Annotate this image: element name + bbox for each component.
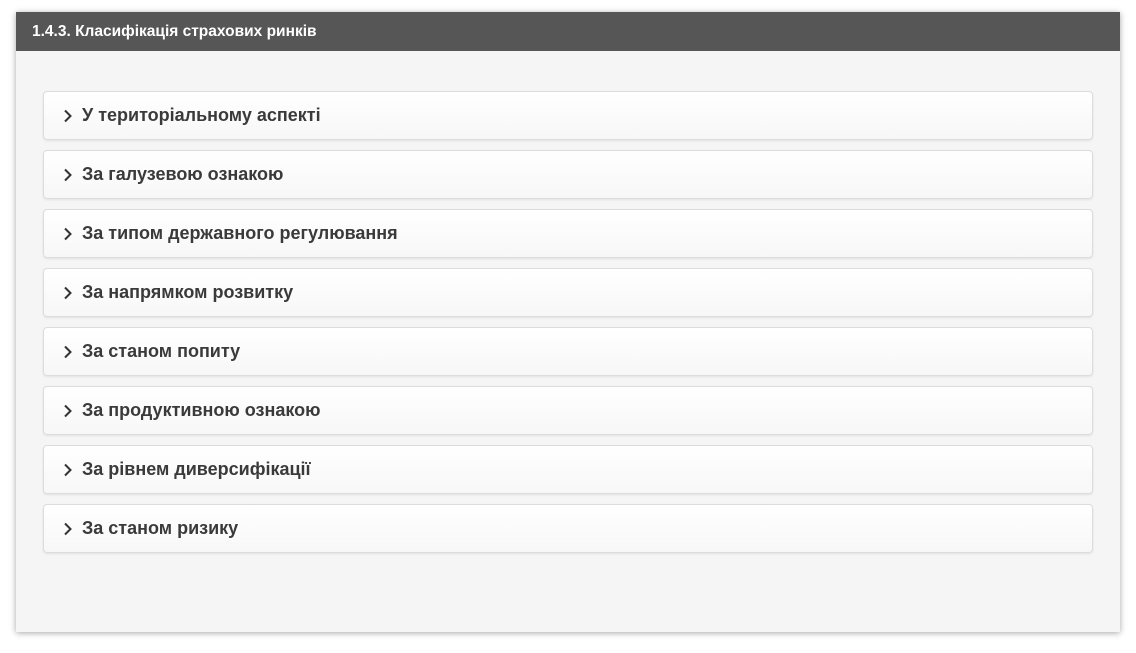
accordion-item-development[interactable]: За напрямком розвитку	[43, 268, 1093, 317]
accordion-item-label: За продуктивною ознакою	[82, 400, 321, 420]
accordion-item-label: За станом ризику	[82, 518, 239, 538]
chevron-right-icon	[58, 286, 78, 300]
accordion-item-territorial[interactable]: У територіальному аспекті	[43, 91, 1093, 140]
accordion-item-label: За галузевою ознакою	[82, 164, 284, 184]
accordion: У територіальному аспекті За галузевою о…	[43, 91, 1093, 563]
accordion-item-regulation[interactable]: За типом державного регулювання	[43, 209, 1093, 258]
section-title: 1.4.3. Класифікація страхових ринків	[32, 22, 317, 40]
accordion-item-product[interactable]: За продуктивною ознакою	[43, 386, 1093, 435]
chevron-right-icon	[58, 404, 78, 418]
chevron-right-icon	[58, 522, 78, 536]
accordion-item-label: За рівнем диверсифікації	[82, 459, 311, 479]
chevron-right-icon	[58, 168, 78, 182]
chevron-right-icon	[58, 345, 78, 359]
accordion-item-label: За напрямком розвитку	[82, 282, 294, 302]
accordion-item-label: У територіальному аспекті	[82, 105, 321, 125]
accordion-item-demand[interactable]: За станом попиту	[43, 327, 1093, 376]
accordion-item-label: За типом державного регулювання	[82, 223, 398, 243]
accordion-item-label: За станом попиту	[82, 341, 241, 361]
section-header: 1.4.3. Класифікація страхових ринків	[16, 12, 1120, 51]
content-card: 1.4.3. Класифікація страхових ринків У т…	[16, 12, 1120, 632]
chevron-right-icon	[58, 463, 78, 477]
chevron-right-icon	[58, 109, 78, 123]
accordion-item-industry[interactable]: За галузевою ознакою	[43, 150, 1093, 199]
accordion-item-diversification[interactable]: За рівнем диверсифікації	[43, 445, 1093, 494]
chevron-right-icon	[58, 227, 78, 241]
accordion-item-risk[interactable]: За станом ризику	[43, 504, 1093, 553]
